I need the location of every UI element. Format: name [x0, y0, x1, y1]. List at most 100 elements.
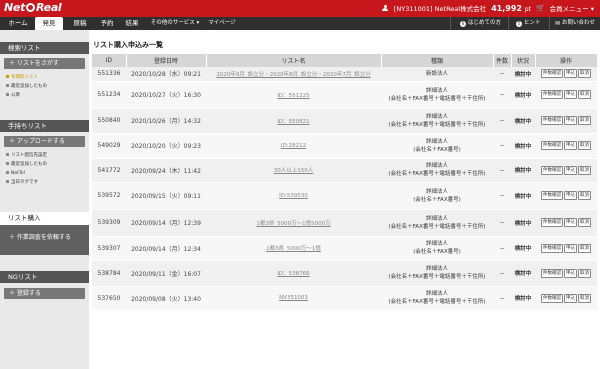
sidebar-item-public[interactable]: 公衆	[6, 92, 20, 99]
apply-button[interactable]: 申込	[564, 69, 577, 79]
cancel-button[interactable]: 取消	[578, 191, 591, 200]
table-header-row: ID 登録日時 リスト名 種類 件数 状況 操作	[92, 54, 598, 67]
row-kind: 詳細法人 (会社名＋FAX番号)	[381, 236, 493, 261]
sidebar-item-list-purchase[interactable]: リスト購入	[0, 212, 89, 225]
nav-reserve[interactable]: 予約	[96, 17, 118, 30]
check-count-button[interactable]: 件数確認	[541, 69, 563, 79]
row-list-name-link[interactable]: NV351003	[206, 286, 381, 311]
check-count-button[interactable]: 件数確認	[541, 218, 563, 227]
row-id: 539572	[92, 182, 126, 210]
sidebar-item-nettel[interactable]: NetTel	[6, 170, 25, 177]
row-kind: 詳細法人 (会社名＋FAX番号＋電話番号＋〒住所)	[381, 108, 493, 134]
row-kind-type: 詳細法人	[425, 163, 448, 169]
row-count: --	[493, 81, 511, 109]
sidebar-item-recent-added[interactable]: 最近追加したもの	[6, 161, 47, 168]
info-icon: i	[460, 20, 466, 27]
cancel-button[interactable]: 取消	[578, 268, 591, 278]
sidebar-item-paid-list[interactable]: 有償取リスト	[6, 74, 38, 81]
cancel-button[interactable]: 取消	[578, 141, 591, 150]
table-row: 538784 2020/09/11（金）16:07 ID：538766 詳細法人 (会社…	[92, 260, 597, 287]
row-kind-type: 詳細法人	[425, 291, 448, 297]
apply-button[interactable]: 申込	[564, 191, 577, 200]
row-status: 検討中	[511, 158, 535, 183]
row-id: 539309	[92, 209, 126, 237]
col-list-name: リスト名	[206, 54, 382, 67]
row-kind: 新設法人	[381, 67, 493, 82]
check-count-button[interactable]: 件数確認	[541, 268, 563, 278]
check-count-button[interactable]: 件数確認	[541, 116, 563, 125]
row-date: 2020/09/24（木）11:42	[126, 158, 206, 183]
nav-hint[interactable]: ! ヒント	[516, 17, 541, 30]
nav-mypage[interactable]: マイページ	[207, 17, 237, 30]
apply-button[interactable]: 申込	[564, 243, 577, 253]
row-kind-detail: (会社名＋FAX番号＋電話番号＋〒住所)	[388, 274, 486, 280]
check-count-button[interactable]: 件数確認	[541, 293, 563, 303]
row-kind: 詳細法人 (会社名＋FAX番号＋電話番号＋〒住所)	[381, 260, 493, 287]
bullet-icon	[6, 152, 9, 156]
nav-first-time[interactable]: i はじめての方	[460, 17, 501, 30]
user-name[interactable]: [NY311001] NetReal株式会社	[394, 3, 486, 13]
row-operations: 件数確認 申込 取消	[535, 133, 597, 159]
member-menu[interactable]: 会員メニュー ▾	[550, 3, 594, 13]
table-row: 551336 2020/10/28（水）09:21 2020年9月_設立分・2020…	[92, 67, 597, 82]
check-count-button[interactable]: 件数確認	[541, 90, 563, 99]
nav-manuscript[interactable]: 原稿	[66, 17, 94, 30]
apply-button[interactable]: 申込	[564, 116, 577, 125]
row-date: 2020/09/14（月）12:34	[126, 236, 206, 261]
cancel-button[interactable]: 取消	[578, 69, 591, 79]
row-status: 検討中	[511, 286, 535, 311]
row-status: 検討中	[511, 108, 535, 134]
bullet-icon	[6, 179, 9, 183]
row-list-name-link[interactable]: ID：551225	[206, 81, 381, 109]
row-list-name-link[interactable]: ID:28212	[206, 133, 381, 159]
check-count-button[interactable]: 件数確認	[541, 165, 563, 175]
row-status: 検討中	[511, 133, 535, 159]
row-operations: 件数確認 申込 取消	[535, 67, 597, 82]
row-kind: 詳細法人 (会社名＋FAX番号)	[381, 182, 493, 210]
sidebar-item-list-delivery[interactable]: リスト配信先設定	[6, 152, 47, 159]
row-list-name-link[interactable]: 1都3県_5000万〜1億5000万	[206, 209, 381, 237]
cancel-button[interactable]: 取消	[578, 243, 591, 253]
nav-discover[interactable]: 発見	[35, 17, 63, 30]
upload-button[interactable]: ＋ アップロードする	[4, 136, 85, 147]
row-kind: 詳細法人 (会社名＋FAX番号＋電話番号＋〒住所)	[381, 286, 493, 311]
cancel-button[interactable]: 取消	[578, 218, 591, 227]
cancel-button[interactable]: 取消	[578, 165, 591, 175]
nav-contact[interactable]: ✉ お問い合わせ	[555, 17, 595, 30]
table-row: 537650 2020/09/08（火）13:40 NV351003 詳細法人 (会社名…	[92, 286, 597, 311]
netreal-logo[interactable]: Net Real	[4, 1, 62, 14]
row-list-name-link[interactable]: 2020年9月_設立分・2020年8月_設立分・2020年7月_設立分	[206, 67, 381, 82]
row-list-name-link[interactable]: ID：538766	[206, 260, 381, 287]
request-work-button[interactable]: ＋ 作業調査を依頼する	[4, 232, 85, 243]
row-status: 検討中	[511, 67, 535, 82]
row-list-name-link[interactable]: ID:539530	[206, 182, 381, 210]
points-balance: 41,992 pt	[491, 3, 531, 13]
sidebar-item-recent[interactable]: 最近追加したもの	[6, 83, 47, 90]
check-count-button[interactable]: 件数確認	[541, 191, 563, 200]
nav-home[interactable]: ホーム	[4, 17, 32, 30]
nav-results[interactable]: 結果	[121, 17, 143, 30]
cart-icon[interactable]: 🛒	[536, 4, 545, 12]
apply-button[interactable]: 申込	[564, 90, 577, 99]
row-id: 550840	[92, 108, 126, 134]
row-list-name-link[interactable]: 1都3県_5000万〜1億	[206, 236, 381, 261]
cancel-button[interactable]: 取消	[578, 90, 591, 99]
row-list-name-link[interactable]: 30人以上150人	[206, 158, 381, 183]
apply-button[interactable]: 申込	[564, 268, 577, 278]
page-title: リスト購入申込み一覧	[93, 41, 163, 49]
apply-button[interactable]: 申込	[564, 218, 577, 227]
nav-other-services[interactable]: その他のサービス ▾	[147, 17, 203, 30]
find-list-button[interactable]: ＋ リストをさがす	[4, 58, 85, 69]
sidebar-item-today-tag[interactable]: 当日タグです	[6, 179, 38, 186]
check-count-button[interactable]: 件数確認	[541, 141, 563, 150]
cancel-button[interactable]: 取消	[578, 293, 591, 303]
register-button[interactable]: ＋ 登録する	[4, 288, 85, 299]
apply-button[interactable]: 申込	[564, 293, 577, 303]
row-id: 549029	[92, 133, 126, 159]
cancel-button[interactable]: 取消	[578, 116, 591, 125]
apply-button[interactable]: 申込	[564, 141, 577, 150]
row-status: 検討中	[511, 182, 535, 210]
check-count-button[interactable]: 件数確認	[541, 243, 563, 253]
row-list-name-link[interactable]: ID：550821	[206, 108, 381, 134]
apply-button[interactable]: 申込	[564, 165, 577, 175]
